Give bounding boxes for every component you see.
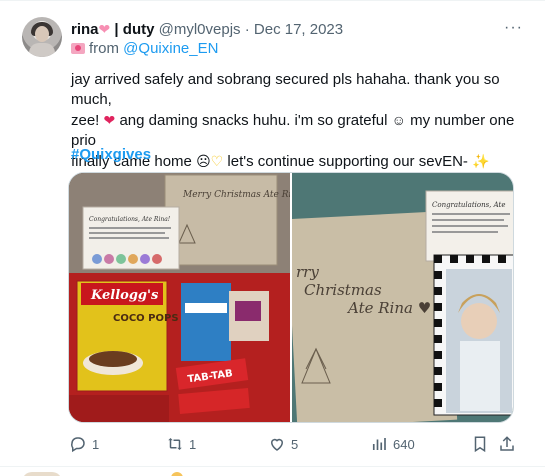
next-post-avatar[interactable]: [22, 472, 62, 476]
like-icon: [270, 438, 284, 451]
post-header: rina❤ | duty @myl0vepjs · Dec 17, 2023: [71, 19, 343, 40]
like-count: 5: [291, 436, 299, 452]
avatar-body: [29, 43, 55, 57]
photo-left-illustration: Merry Christmas Ate Rina ♥ Congratulatio…: [69, 173, 290, 422]
cereal-name: COCO POPS: [113, 313, 179, 324]
heart-icon: ❤: [98, 21, 111, 37]
crying-face-icon: ☹: [196, 153, 211, 169]
repost-count: 1: [189, 436, 197, 452]
right-note-line-2: Christmas: [304, 281, 382, 299]
reply-count: 1: [92, 436, 100, 452]
like-button[interactable]: 5: [268, 434, 298, 454]
name-suffix[interactable]: | duty: [114, 21, 154, 38]
from-link[interactable]: @Quixine_EN: [123, 40, 218, 57]
reply-icon: [71, 437, 85, 453]
from-line: from @Quixine_EN: [71, 39, 218, 59]
from-prefix: from: [89, 40, 119, 57]
text-line-2b: ang daming snacks huhu. i'm so grateful: [119, 112, 388, 129]
right-card-title: Congratulations, Ate: [432, 201, 506, 209]
avatar-face: [35, 26, 49, 42]
repost-button[interactable]: 1: [166, 434, 196, 454]
photo-right-illustration: rry Christmas Ate Rina ♥ Congratulations…: [292, 173, 513, 422]
reply-button[interactable]: 1: [69, 434, 99, 454]
views-button[interactable]: 640: [370, 434, 415, 454]
teary-face-icon: ☺: [391, 112, 406, 128]
views-icon: [372, 438, 386, 450]
action-bar: 1 1 5 640: [0, 428, 545, 458]
hashtag-link[interactable]: #Quixgives: [71, 145, 151, 165]
heart-hands-icon: ♡: [210, 153, 224, 169]
separator: ·: [244, 21, 250, 38]
right-note-line-1: rry: [296, 263, 319, 281]
divider: [0, 0, 545, 1]
handle[interactable]: @myl0vepjs: [159, 21, 241, 38]
divider: [0, 466, 545, 467]
bookmark-icon: [474, 436, 486, 453]
post-date[interactable]: Dec 17, 2023: [254, 21, 343, 38]
bookmark-button[interactable]: [471, 434, 489, 454]
love-letter-icon: [71, 43, 85, 54]
text-line-1: jay arrived safely and sobrang secured p…: [71, 71, 500, 108]
photo-left[interactable]: Merry Christmas Ate Rina ♥ Congratulatio…: [69, 173, 290, 422]
left-card-title: Congratulations, Ate Rina!: [89, 216, 171, 223]
share-button[interactable]: [498, 434, 516, 454]
left-note-text: Merry Christmas Ate Rina ♥: [182, 190, 290, 200]
right-note-line-3: Ate Rina ♥: [346, 299, 431, 317]
text-line-3b: let's continue supporting our sevEN-: [227, 153, 468, 170]
cereal-brand: Kellogg's: [90, 288, 159, 303]
views-count: 640: [393, 436, 415, 452]
media-grid: Merry Christmas Ate Rina ♥ Congratulatio…: [68, 172, 514, 423]
share-icon: [500, 436, 514, 451]
tweet[interactable]: rina❤ | duty @myl0vepjs · Dec 17, 2023 ·…: [0, 0, 545, 476]
photo-right[interactable]: rry Christmas Ate Rina ♥ Congratulations…: [292, 173, 513, 422]
next-post-heart-icon: [171, 472, 183, 476]
repost-icon: [168, 438, 182, 450]
display-name[interactable]: rina: [71, 21, 99, 38]
avatar[interactable]: [22, 17, 62, 57]
more-icon[interactable]: ···: [504, 19, 523, 37]
sparkles-icon: ✨: [472, 153, 490, 169]
text-line-2a: zee!: [71, 112, 100, 129]
red-heart-icon: ❤: [103, 112, 116, 128]
